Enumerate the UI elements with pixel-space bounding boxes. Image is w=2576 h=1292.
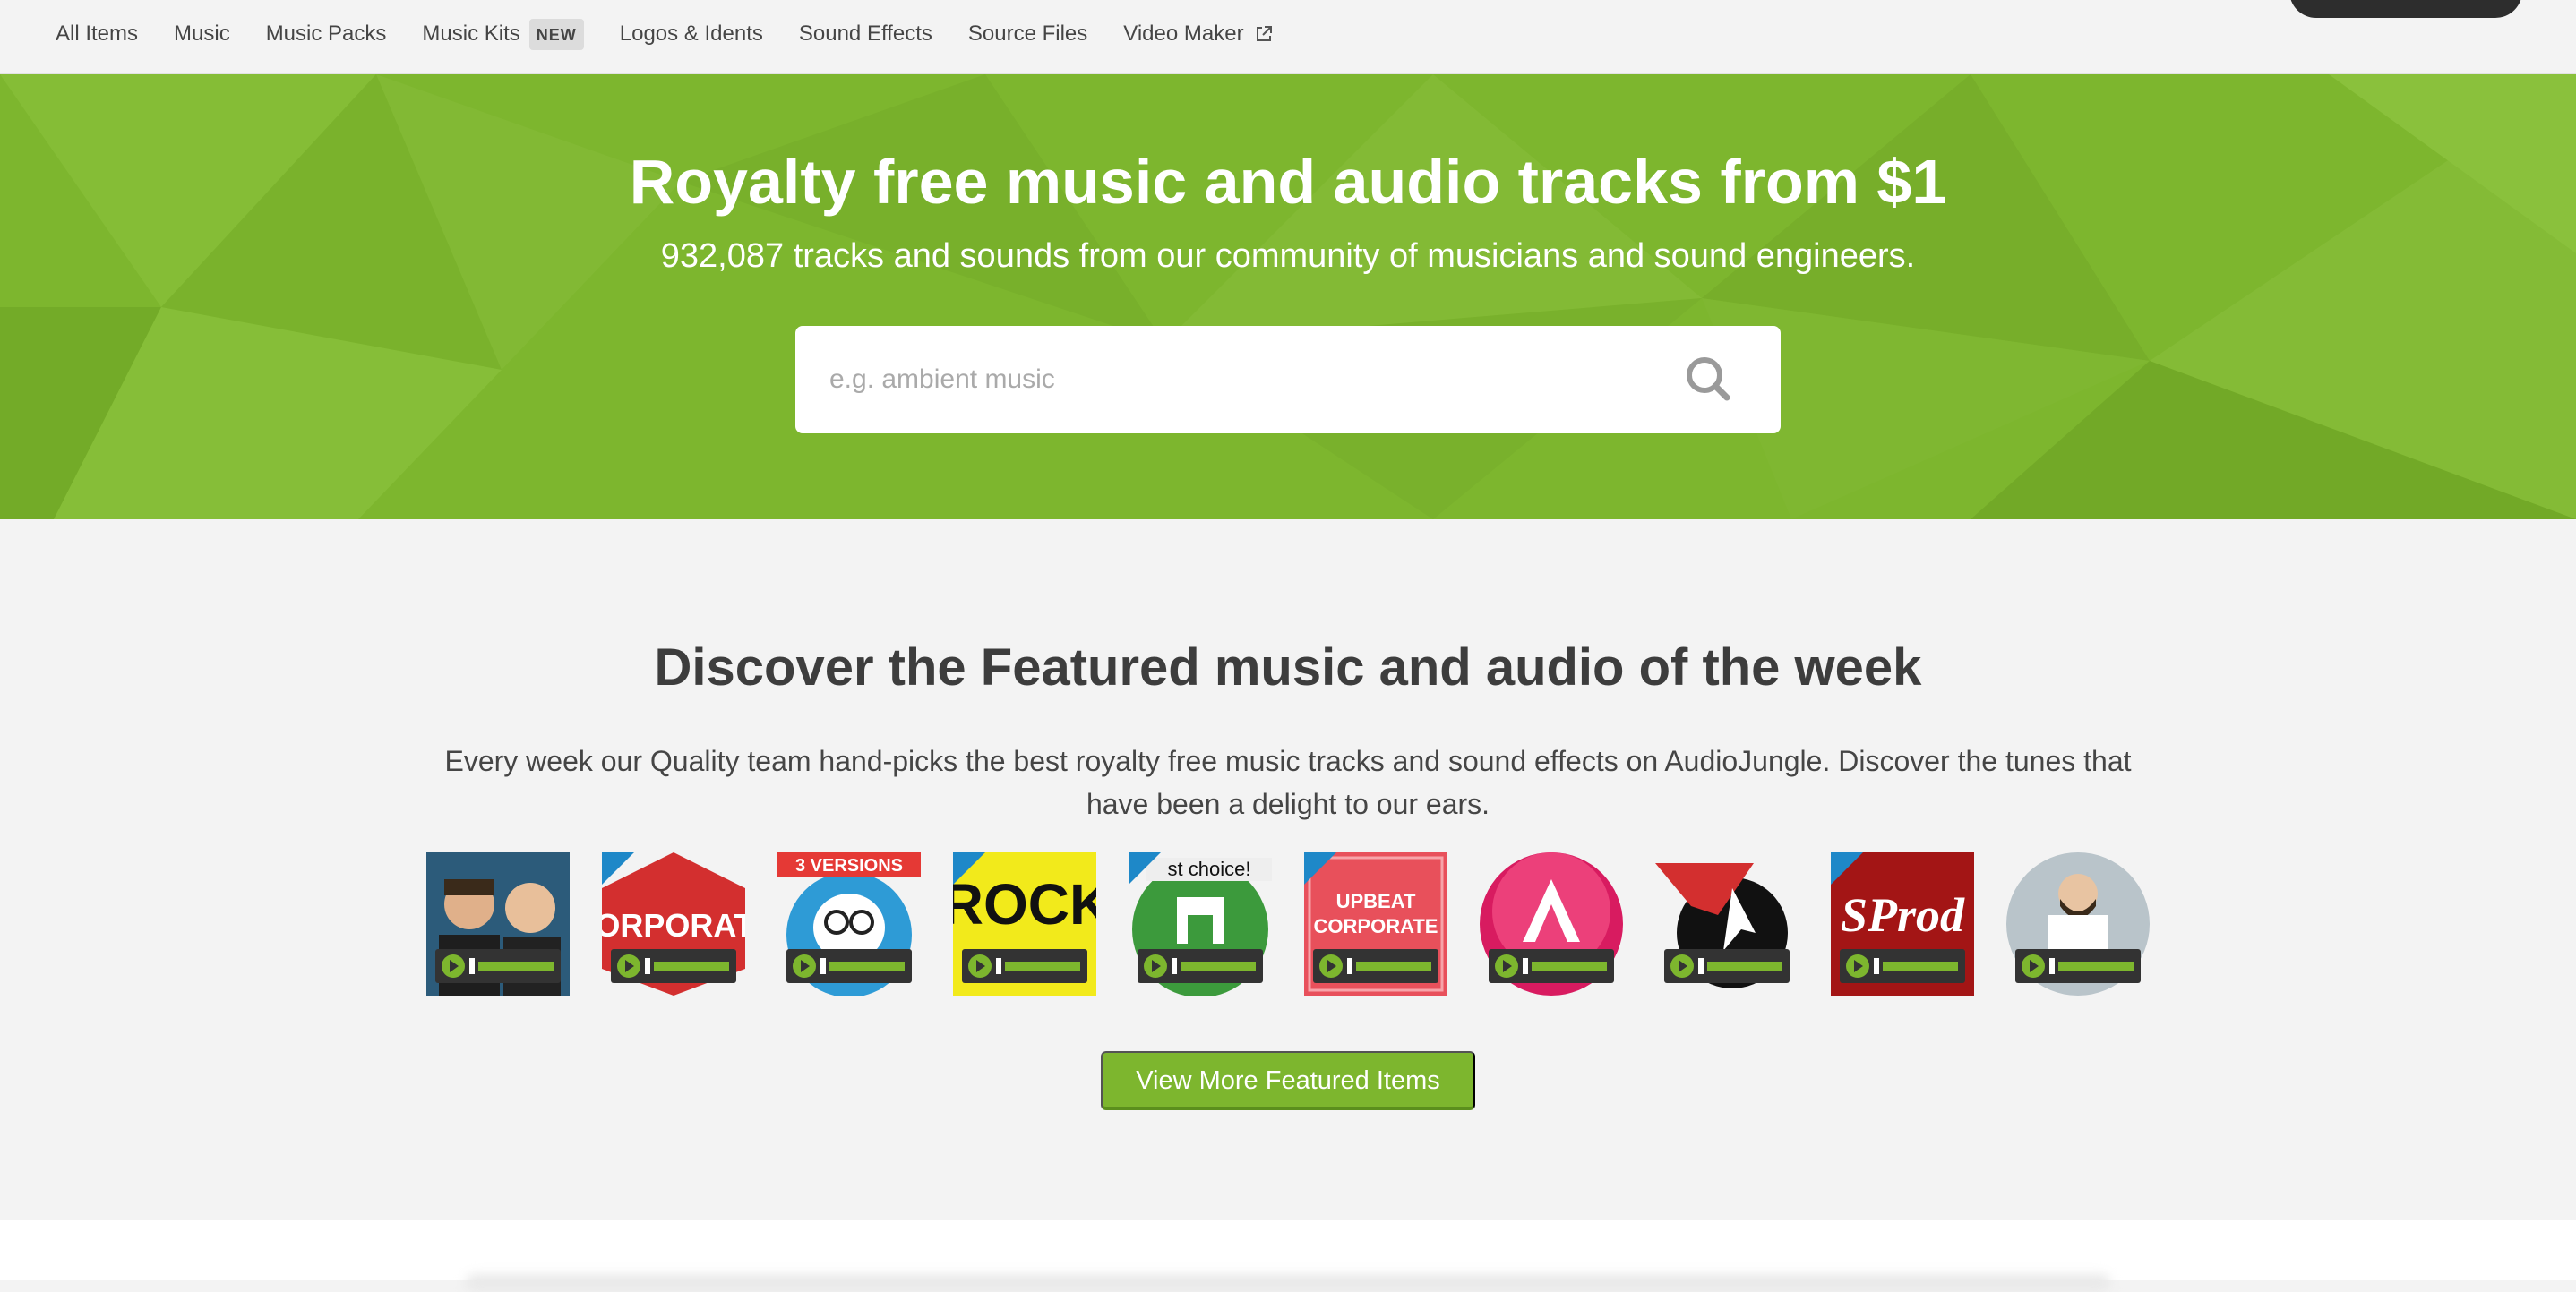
nav-label: Music Kits bbox=[422, 21, 520, 46]
nav-label: Source Files bbox=[967, 21, 1088, 46]
hero-subtitle: 932,087 tracks and sounds from our commu… bbox=[660, 237, 1916, 275]
two-men-artwork-icon bbox=[426, 852, 570, 996]
thumb-text-line2: CORPORATE bbox=[1314, 915, 1438, 937]
featured-item-sprod[interactable]: SProd bbox=[1831, 852, 1974, 996]
next-section bbox=[0, 1220, 2576, 1292]
hero-banner: Royalty free music and audio tracks from… bbox=[0, 74, 2576, 519]
nav-source-files[interactable]: Source Files bbox=[968, 0, 1087, 68]
bearded-man-artwork-icon bbox=[2006, 852, 2150, 996]
sprod-artwork-icon: SProd bbox=[1831, 852, 1974, 996]
featured-thumbnails: CORPORATE 3 VERSIONS ROCK bbox=[426, 852, 2150, 996]
nav-label: Sound Effects bbox=[798, 21, 932, 46]
featured-item-upbeat-corporate[interactable]: UPBEAT CORPORATE bbox=[1304, 852, 1447, 996]
featured-title: Discover the Featured music and audio of… bbox=[654, 638, 1922, 697]
account-button[interactable] bbox=[2289, 0, 2522, 18]
thumb-text-line1: UPBEAT bbox=[1336, 890, 1416, 912]
letter-a-artwork-icon bbox=[1480, 852, 1623, 996]
search-box bbox=[795, 326, 1781, 433]
featured-item-corporate[interactable]: CORPORATE bbox=[602, 852, 745, 996]
tk-logo-artwork-icon bbox=[1655, 852, 1799, 996]
featured-item-two-men[interactable] bbox=[426, 852, 570, 996]
nav-sound-effects[interactable]: Sound Effects bbox=[799, 0, 932, 68]
category-nav: All Items Music Music Packs Music Kits NE… bbox=[56, 0, 1309, 68]
thumb-text: ROCK bbox=[953, 872, 1096, 937]
nav-music-packs[interactable]: Music Packs bbox=[266, 0, 387, 68]
search-input[interactable] bbox=[829, 353, 1636, 406]
new-badge: NEW bbox=[528, 18, 584, 50]
thumb-text: 3 VERSIONS bbox=[795, 856, 903, 876]
nav-label: Video Maker bbox=[1123, 21, 1244, 46]
rock-artwork-icon: ROCK bbox=[953, 852, 1096, 996]
upbeat-corporate-artwork-icon: UPBEAT CORPORATE bbox=[1304, 852, 1447, 996]
featured-item-tk-logo[interactable] bbox=[1655, 852, 1799, 996]
nav-label: All Items bbox=[56, 21, 139, 46]
external-link-icon bbox=[1256, 26, 1272, 41]
featured-item-bearded-man[interactable] bbox=[2006, 852, 2150, 996]
search-icon[interactable] bbox=[1682, 353, 1736, 406]
nav-video-maker[interactable]: Video Maker bbox=[1123, 0, 1272, 68]
featured-item-3-versions[interactable]: 3 VERSIONS bbox=[777, 852, 921, 996]
nav-logos-idents[interactable]: Logos & Idents bbox=[620, 0, 763, 68]
hero-title: Royalty free music and audio tracks from… bbox=[629, 147, 1947, 217]
featured-description: Every week our Quality team hand-picks t… bbox=[444, 745, 2132, 820]
section-divider-shadow bbox=[466, 1274, 2110, 1292]
thumb-text: CORPORATE bbox=[602, 907, 745, 944]
nav-all-items[interactable]: All Items bbox=[56, 0, 138, 68]
view-more-featured-button[interactable]: View More Featured Items bbox=[1101, 1051, 1475, 1110]
nav-music-kits[interactable]: Music Kits NEW bbox=[422, 0, 584, 68]
nav-music[interactable]: Music bbox=[174, 0, 230, 68]
top-navigation: All Items Music Music Packs Music Kits NE… bbox=[0, 0, 2576, 74]
featured-item-letter-a[interactable] bbox=[1480, 852, 1623, 996]
nav-label: Logos & Idents bbox=[619, 21, 763, 46]
hero-background-pattern bbox=[0, 74, 2576, 519]
featured-item-rock[interactable]: ROCK bbox=[953, 852, 1096, 996]
featured-item-best-choice[interactable]: st choice! bbox=[1129, 852, 1272, 996]
cartoon-artwork-icon: 3 VERSIONS bbox=[777, 852, 921, 996]
nav-label: Music Packs bbox=[265, 21, 387, 46]
corporate-artwork-icon: CORPORATE bbox=[602, 852, 745, 996]
best-choice-artwork-icon: st choice! bbox=[1129, 852, 1272, 996]
thumb-text: st choice! bbox=[1168, 858, 1251, 880]
nav-label: Music bbox=[174, 21, 230, 46]
thumb-text: SProd bbox=[1841, 888, 1965, 942]
